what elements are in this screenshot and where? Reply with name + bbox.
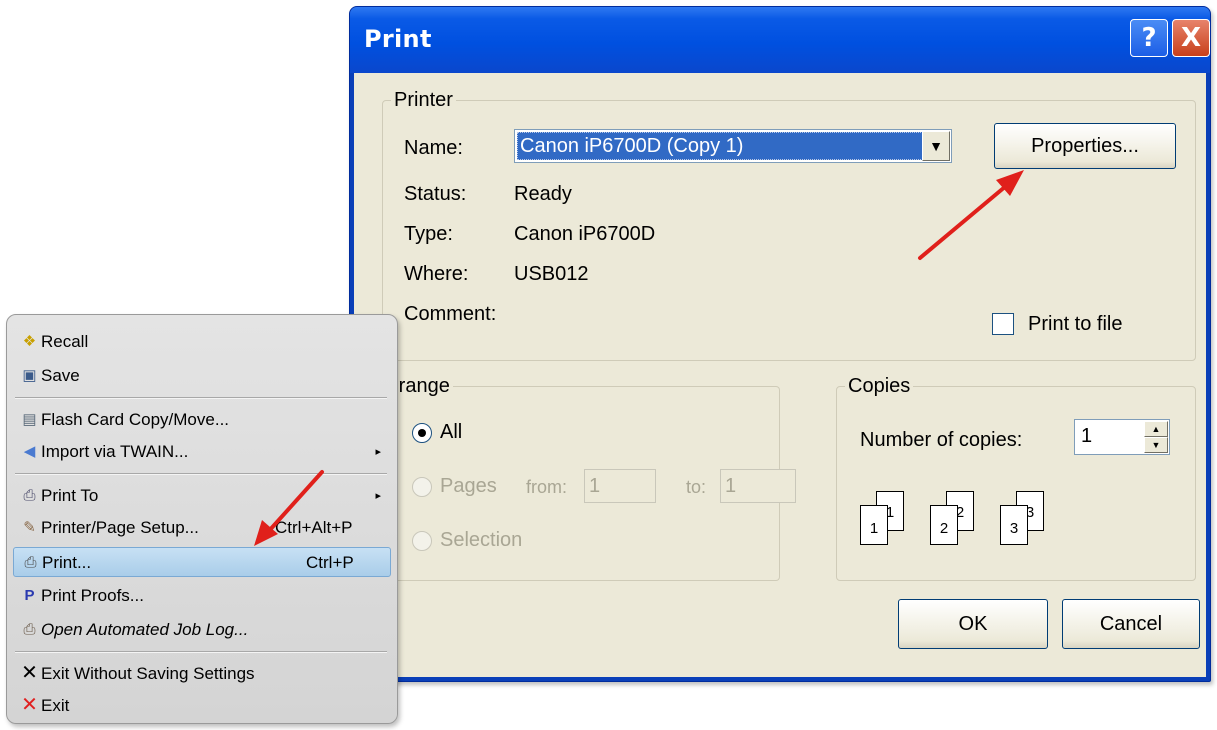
collate-illustration: 1 1 2 2 3 3 [860,491,1060,561]
chevron-down-icon[interactable]: ▼ [922,131,950,161]
dialog-body: Printer Name: Canon iP6700D (Copy 1) ▼ P… [352,73,1206,677]
dialog-title: Print [364,25,432,53]
page-setup-icon: ✎ [23,519,36,536]
file-context-menu: ❖ Recall ▣ Save ▤ Flash Card Copy/Move..… [6,314,398,724]
number-of-copies-value: 1 [1081,425,1093,447]
spin-down-icon[interactable]: ▼ [1144,437,1168,453]
menu-item-label: Import via TWAIN... [41,442,189,461]
flash-card-icon: ▤ [22,411,37,428]
menu-item-label: Print Proofs... [41,586,144,605]
collate-page: 2 [930,505,958,545]
menu-shortcut: Ctrl+P [306,553,354,572]
menu-separator [15,397,387,399]
number-of-copies-spinner[interactable]: 1 ▲ ▼ [1074,419,1170,455]
menu-item-label: Print... [42,553,92,572]
where-label: Where: [404,263,469,285]
menu-item-flash-card[interactable]: ▤ Flash Card Copy/Move... [13,405,391,435]
menu-item-label: Flash Card Copy/Move... [41,410,230,429]
menu-item-import-twain[interactable]: ◀ Import via TWAIN... ▸ [13,437,391,467]
menu-item-print-proofs[interactable]: P Print Proofs... [13,581,391,611]
status-label: Status: [404,183,467,205]
pages-label: Pages [440,475,497,497]
print-dialog: Print ? X Printer Name: Canon iP6700D (C… [349,6,1211,682]
to-field[interactable]: 1 [720,469,796,503]
menu-item-label: Exit [41,696,70,715]
menu-separator [15,473,387,475]
print-to-file-label[interactable]: Print to file [1028,313,1122,336]
recall-icon: ❖ [22,333,37,350]
menu-item-exit-without-saving[interactable]: ✕ Exit Without Saving Settings [13,659,391,689]
menu-item-label: Open Automated Job Log... [41,620,249,639]
submenu-arrow-icon: ▸ [375,446,381,458]
printer-name-value: Canon iP6700D (Copy 1) [517,132,923,160]
menu-item-print[interactable]: ⎙ Print... Ctrl+P [13,547,391,577]
menu-item-job-log[interactable]: ⎙ Open Automated Job Log... [13,615,391,645]
pages-radio[interactable] [412,477,432,497]
menu-item-print-to[interactable]: ⎙ Print To ▸ [13,481,391,511]
menu-item-label: Printer/Page Setup... [41,518,199,537]
menu-shortcut: Ctrl+Alt+P [275,518,353,537]
dialog-titlebar[interactable]: Print ? X [350,7,1210,73]
submenu-arrow-icon: ▸ [375,490,381,502]
print-to-icon: ⎙ [23,487,36,504]
ok-button[interactable]: OK [898,599,1048,649]
menu-item-save[interactable]: ▣ Save [13,361,391,391]
status-value: Ready [514,183,572,205]
exit-black-x-icon: ✕ [21,662,38,684]
help-button[interactable]: ? [1130,19,1168,57]
twain-icon: ◀ [23,443,36,460]
print-proofs-icon: P [24,587,35,604]
menu-item-label: Exit Without Saving Settings [41,664,255,683]
menu-item-label: Print To [41,486,99,505]
name-label: Name: [404,137,463,159]
collate-page: 1 [860,505,888,545]
close-button[interactable]: X [1172,19,1210,57]
selection-label: Selection [440,529,523,551]
printer-name-select[interactable]: Canon iP6700D (Copy 1) ▼ [514,129,952,163]
exit-red-x-icon: ✕ [21,694,38,716]
menu-item-label: Recall [41,332,89,351]
menu-item-recall[interactable]: ❖ Recall [13,327,391,357]
collate-page: 3 [1000,505,1028,545]
copies-legend: Copies [848,375,911,397]
printer-group-legend: Printer [394,89,453,111]
cancel-button[interactable]: Cancel [1062,599,1200,649]
from-label: from: [526,477,568,497]
number-of-copies-label: Number of copies: [860,429,1023,451]
all-label[interactable]: All [440,421,462,444]
menu-item-exit[interactable]: ✕ Exit [13,691,391,721]
properties-button[interactable]: Properties... [994,123,1176,169]
printer-icon: ⎙ [24,554,37,571]
where-value: USB012 [514,263,589,285]
spin-up-icon[interactable]: ▲ [1144,421,1168,437]
print-to-file-checkbox[interactable] [992,313,1014,335]
all-radio[interactable] [412,423,432,443]
menu-separator [15,651,387,653]
job-log-icon: ⎙ [23,621,36,638]
save-icon: ▣ [22,367,37,384]
from-field[interactable]: 1 [584,469,656,503]
selection-radio[interactable] [412,531,432,551]
close-icon: X [1180,23,1202,53]
help-icon: ? [1141,23,1157,53]
menu-item-label: Save [41,366,80,385]
type-label: Type: [404,223,453,245]
to-label: to: [686,477,707,497]
menu-item-page-setup[interactable]: ✎ Printer/Page Setup... Ctrl+Alt+P [13,513,391,543]
type-value: Canon iP6700D [514,223,656,245]
comment-label: Comment: [404,303,497,325]
